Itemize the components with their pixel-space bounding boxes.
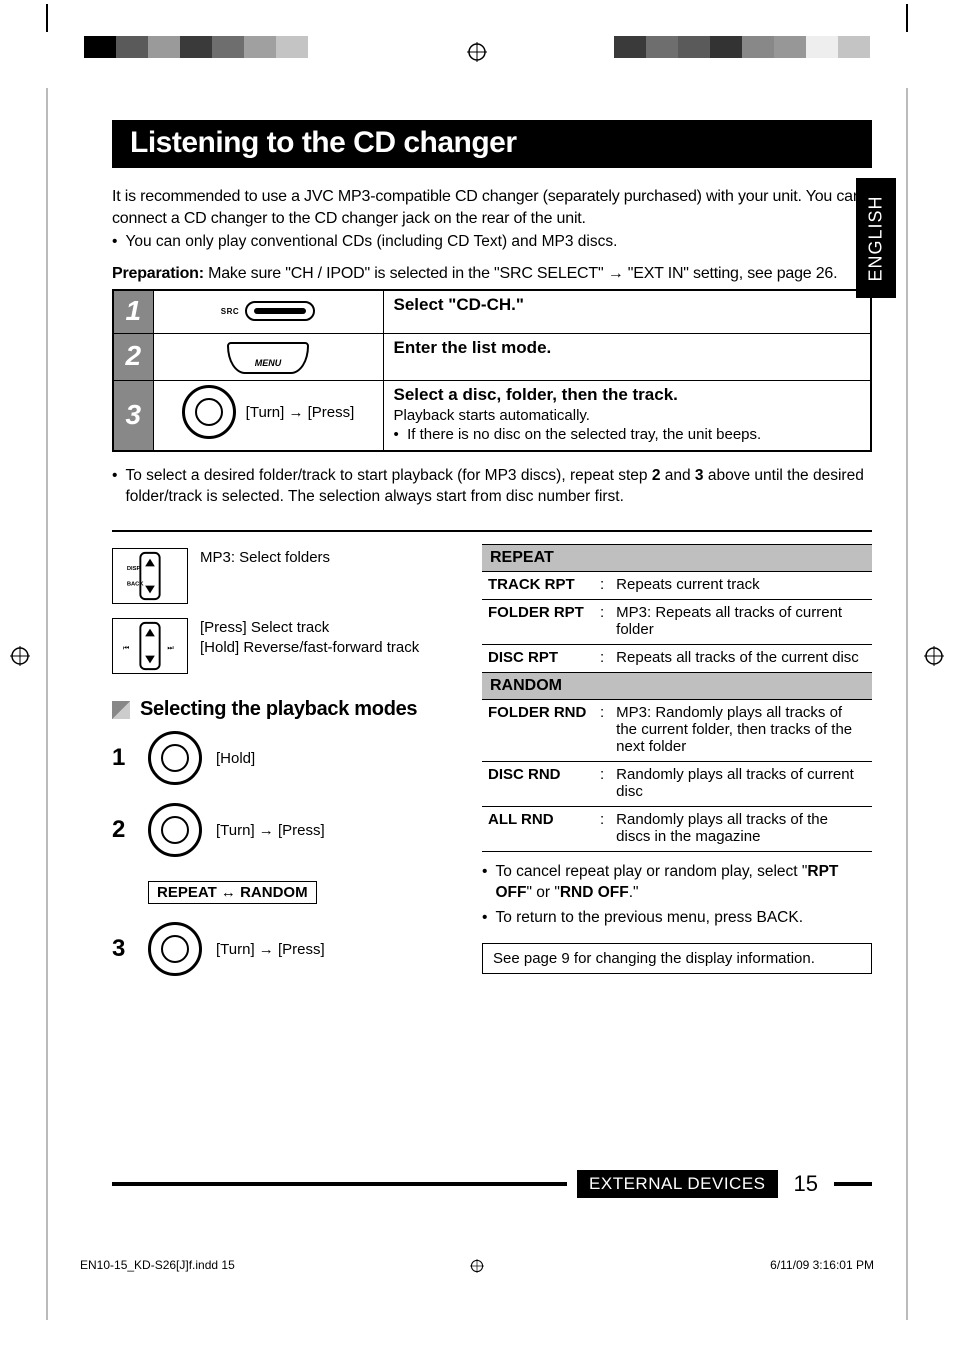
src-pill-icon xyxy=(245,301,315,321)
option-key: FOLDER RND xyxy=(482,700,594,762)
svg-text:⏭: ⏭ xyxy=(167,645,173,652)
option-row: DISC RND:Randomly plays all tracks of cu… xyxy=(482,762,872,807)
option-key: FOLDER RPT xyxy=(482,600,594,645)
intro-paragraph: It is recommended to use a JVC MP3-compa… xyxy=(112,186,872,229)
color-swatch xyxy=(148,36,180,58)
page-number: 15 xyxy=(788,1171,824,1197)
language-tab: ENGLISH xyxy=(856,178,896,298)
option-key: ALL RND xyxy=(482,807,594,852)
pm-step-3: 3 [Turn] → [Press] xyxy=(112,922,460,976)
color-swatch xyxy=(806,36,838,58)
option-row: TRACK RPT:Repeats current track xyxy=(482,572,872,600)
color-swatch xyxy=(276,36,308,58)
svg-text:⏮: ⏮ xyxy=(123,645,129,652)
color-swatch xyxy=(84,36,116,58)
colon: : xyxy=(594,600,610,645)
step2-menu-button: MENU xyxy=(153,334,383,381)
steps-table: 1 SRC Select "CD-CH." 2 MENU Enter the l… xyxy=(112,289,872,452)
option-key: DISC RPT xyxy=(482,645,594,673)
step-num-1: 1 xyxy=(113,290,153,334)
colon: : xyxy=(594,700,610,762)
color-swatch xyxy=(614,36,646,58)
pm-step-2: 2 [Turn] → [Press] xyxy=(112,803,460,857)
svg-text:DISP: DISP xyxy=(127,566,141,572)
step-num-2: 2 xyxy=(113,334,153,381)
step3-instruction-sub: Playback starts automatically. xyxy=(394,407,861,424)
colon: : xyxy=(594,762,610,807)
option-value: Repeats all tracks of the current disc xyxy=(610,645,872,673)
color-swatch xyxy=(180,36,212,58)
step3-instruction-title: Select a disc, folder, then the track. xyxy=(394,385,861,405)
pm-step-1: 1 [Hold] xyxy=(112,731,460,785)
imprint-line: EN10-15_KD-S26[J]f.indd 15 6/11/09 3:16:… xyxy=(80,1258,874,1272)
step2-instruction: Enter the list mode. xyxy=(394,338,861,358)
step3-sub-bullet: • If there is no disc on the selected tr… xyxy=(394,426,861,443)
step-num-3: 3 xyxy=(113,381,153,452)
after-table-bullet: • To select a desired folder/track to st… xyxy=(112,466,872,508)
option-value: Repeats current track xyxy=(610,572,872,600)
step1-src-button: SRC xyxy=(153,290,383,334)
dpad-updown-icon: DISP BACK xyxy=(112,548,188,604)
option-row: ALL RND:Randomly plays all tracks of the… xyxy=(482,807,872,852)
page-title: Listening to the CD changer xyxy=(112,120,872,168)
see-page-box: See page 9 for changing the display info… xyxy=(482,943,872,974)
color-swatch xyxy=(646,36,678,58)
step3-knob: [Turn] → [Press] xyxy=(153,381,383,452)
intro-bullet: •You can only play conventional CDs (inc… xyxy=(112,233,872,251)
note-cancel: • To cancel repeat play or random play, … xyxy=(482,862,872,904)
section-header: REPEAT xyxy=(482,545,872,572)
option-row: DISC RPT:Repeats all tracks of the curre… xyxy=(482,645,872,673)
color-swatch xyxy=(710,36,742,58)
option-key: DISC RND xyxy=(482,762,594,807)
option-value: MP3: Randomly plays all tracks of the cu… xyxy=(610,700,872,762)
section-header: RANDOM xyxy=(482,673,872,700)
option-key: TRACK RPT xyxy=(482,572,594,600)
option-row: FOLDER RND:MP3: Randomly plays all track… xyxy=(482,700,872,762)
color-swatch xyxy=(678,36,710,58)
option-value: Randomly plays all tracks of the discs i… xyxy=(610,807,872,852)
rotary-knob-icon xyxy=(182,385,236,439)
preparation-line: Preparation: Make sure "CH / IPOD" is se… xyxy=(112,265,872,283)
dpad-leftright-icon: ⏮ ⏭ xyxy=(112,618,188,674)
dpad-tracks-row: ⏮ ⏭ [Press] Select track [Hold] Reverse/… xyxy=(112,618,460,674)
color-swatch xyxy=(838,36,870,58)
color-swatch xyxy=(742,36,774,58)
note-back: • To return to the previous menu, press … xyxy=(482,908,872,929)
color-swatch xyxy=(244,36,276,58)
colon: : xyxy=(594,572,610,600)
step1-instruction: Select "CD-CH." xyxy=(394,295,861,315)
playback-options-table: REPEATTRACK RPT:Repeats current trackFOL… xyxy=(482,544,872,852)
option-row: FOLDER RPT:MP3: Repeats all tracks of cu… xyxy=(482,600,872,645)
colon: : xyxy=(594,807,610,852)
mode-toggle-box: REPEAT ↔ RANDOM xyxy=(148,881,317,904)
rotary-knob-icon xyxy=(148,922,202,976)
color-swatch xyxy=(212,36,244,58)
color-swatch xyxy=(774,36,806,58)
rotary-knob-icon xyxy=(148,803,202,857)
square-bullet-icon xyxy=(112,701,130,719)
page-footer: EXTERNAL DEVICES 15 xyxy=(112,1170,872,1198)
rotary-knob-icon xyxy=(148,731,202,785)
section-badge: EXTERNAL DEVICES xyxy=(577,1170,777,1198)
dpad-folders-row: DISP BACK MP3: Select folders xyxy=(112,548,460,604)
playback-modes-heading: Selecting the playback modes xyxy=(112,698,460,721)
option-value: MP3: Repeats all tracks of current folde… xyxy=(610,600,872,645)
colon: : xyxy=(594,645,610,673)
color-swatch xyxy=(116,36,148,58)
horizontal-rule xyxy=(112,530,872,532)
option-value: Randomly plays all tracks of current dis… xyxy=(610,762,872,807)
svg-text:BACK: BACK xyxy=(127,582,144,588)
